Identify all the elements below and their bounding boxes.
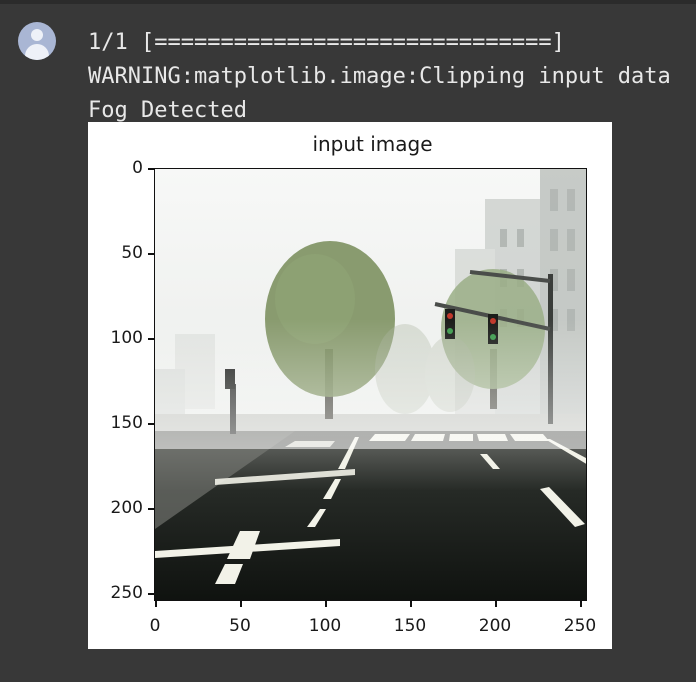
avatar-head bbox=[31, 29, 43, 41]
y-tick-label: 250 bbox=[110, 583, 143, 603]
y-tick-label: 50 bbox=[121, 243, 143, 263]
x-tick-mark bbox=[580, 601, 582, 607]
y-tick-mark bbox=[148, 253, 154, 255]
image-axes bbox=[154, 168, 587, 601]
user-avatar-icon bbox=[18, 22, 56, 60]
y-tick-mark bbox=[148, 338, 154, 340]
y-tick-mark bbox=[148, 593, 154, 595]
y-tick-label: 0 bbox=[132, 158, 143, 178]
y-tick-mark bbox=[148, 508, 154, 510]
x-tick-mark bbox=[240, 601, 242, 607]
y-tick-label: 200 bbox=[110, 498, 143, 518]
y-tick-label: 100 bbox=[110, 328, 143, 348]
x-tick-label: 250 bbox=[563, 616, 597, 636]
cell-top-border bbox=[0, 0, 696, 4]
y-tick-label: 150 bbox=[110, 413, 143, 433]
x-tick-label: 50 bbox=[229, 616, 251, 636]
x-tick-mark bbox=[495, 601, 497, 607]
cell-output: 1/1 [==============================] WAR… bbox=[88, 26, 696, 128]
x-tick-label: 100 bbox=[308, 616, 342, 636]
avatar-shoulders bbox=[25, 44, 49, 60]
y-tick-mark bbox=[148, 423, 154, 425]
y-tick-mark bbox=[148, 168, 154, 170]
x-tick-mark bbox=[410, 601, 412, 607]
x-tick-mark bbox=[325, 601, 327, 607]
warning-line: WARNING:matplotlib.image:Clipping input … bbox=[88, 64, 671, 89]
x-tick-label: 150 bbox=[393, 616, 427, 636]
foggy-road-image bbox=[155, 169, 586, 600]
progress-line: 1/1 [==============================] bbox=[88, 30, 565, 55]
fog-layer bbox=[155, 319, 586, 449]
x-tick-mark bbox=[155, 601, 157, 607]
chart-title: input image bbox=[312, 132, 433, 156]
x-tick-label: 0 bbox=[149, 616, 161, 636]
x-tick-label: 200 bbox=[478, 616, 512, 636]
